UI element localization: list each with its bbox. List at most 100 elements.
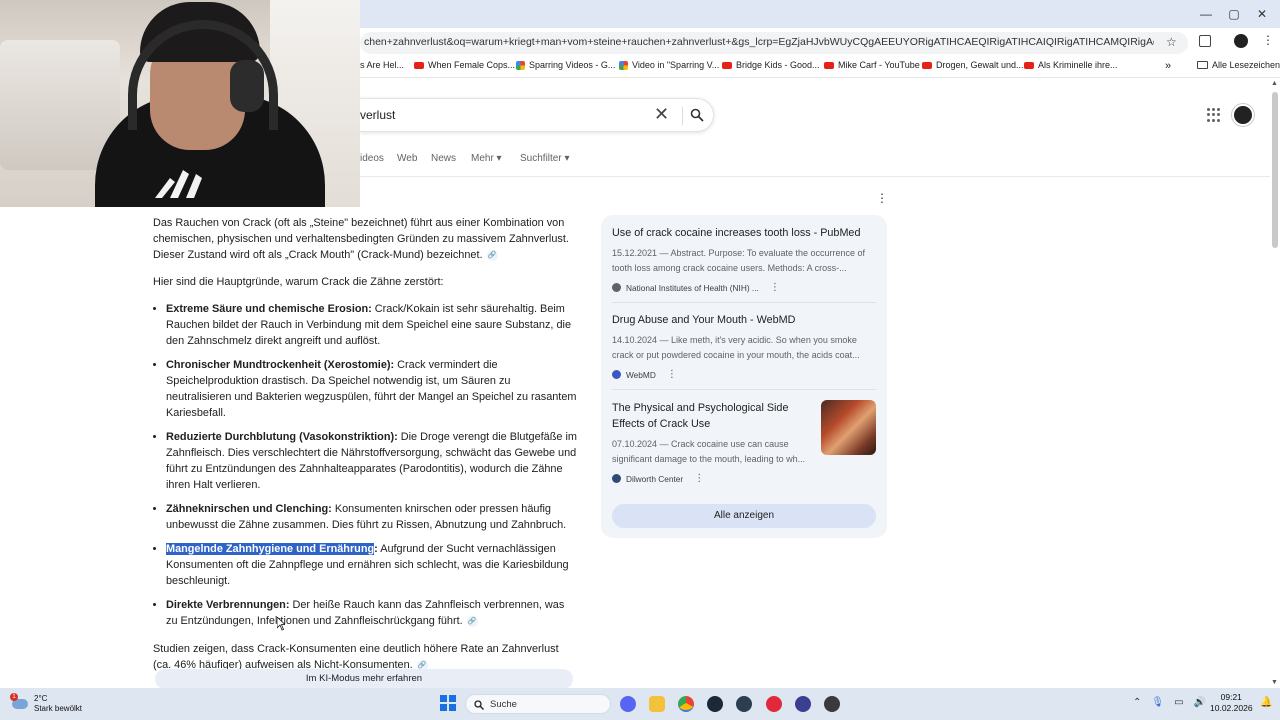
youtube-icon [922,61,932,69]
google-drive-icon [619,60,628,70]
more-options-icon[interactable]: ⋮ [667,369,677,380]
steam-icon[interactable] [707,696,723,712]
list-item: Direkte Verbrennungen: Der heiße Rauch k… [166,597,577,629]
address-bar[interactable]: chen+zahnverlust&oq=warum+kriegt+man+vom… [360,32,1188,54]
tabs-divider [360,176,1280,177]
lead-paragraph: Hier sind die Hauptgründe, warum Crack d… [153,276,444,288]
tab-web[interactable]: Web [397,153,417,164]
more-options-icon[interactable]: ⋮ [694,473,704,484]
source-thumbnail[interactable] [821,400,876,455]
profile-avatar-icon[interactable] [1234,34,1248,48]
search-box[interactable]: verlust ✕ [360,98,714,132]
account-avatar[interactable] [1232,104,1254,126]
chrome-icon[interactable] [678,696,694,712]
weather-widget[interactable]: 1 2°C Stark bewölkt [10,693,83,714]
bookmark-item[interactable]: s Are Hel... [360,60,404,70]
show-all-button[interactable]: Alle anzeigen [612,504,876,528]
start-button[interactable] [440,695,456,711]
windows-taskbar [0,688,1280,720]
bookmark-item[interactable]: Mike Carf - YouTube [824,60,920,70]
sources-panel: Use of crack cocaine increases tooth los… [601,215,887,538]
ai-mode-button[interactable]: Im KI-Modus mehr erfahren [155,669,573,689]
webcam-overlay [0,0,360,207]
more-options-icon[interactable]: ⋮ [876,191,888,205]
link-icon[interactable]: 🔗 [466,615,478,627]
clear-search-icon[interactable]: ✕ [654,104,669,125]
divider [612,302,876,303]
network-icon[interactable]: ▭ [1174,697,1183,708]
discord-icon[interactable] [620,696,636,712]
headset-earcup [230,60,264,112]
search-icon [474,700,484,710]
app-icon[interactable] [736,696,752,712]
tray-overflow-icon[interactable]: ⌃ [1133,697,1141,708]
search-input[interactable]: verlust [360,108,395,122]
youtube-icon [824,61,834,69]
source-card[interactable]: The Physical and Psychological Side Effe… [612,400,810,484]
divider [612,389,876,390]
more-options-icon[interactable]: ⋮ [770,282,780,293]
list-item: Extreme Säure und chemische Erosion: Cra… [166,301,577,349]
source-snippet: 14.10.2024 — Like meth, it's very acidic… [612,335,860,360]
taskbar-search[interactable]: Suche [465,694,611,714]
source-snippet: 15.12.2021 — Abstract. Purpose: To evalu… [612,248,865,273]
bookmark-star-icon[interactable]: ☆ [1166,35,1177,49]
source-card[interactable]: Use of crack cocaine increases tooth los… [612,225,876,293]
weather-temp: 2°C [34,694,48,703]
intro-paragraph: Das Rauchen von Crack (oft als „Steine" … [153,217,569,261]
bookmark-item[interactable]: Drogen, Gewalt und... [922,60,1024,70]
taskbar-clock[interactable]: 09:21 10.02.2026 [1210,692,1253,714]
list-item: Chronischer Mundtrockenheit (Xerostomie)… [166,357,577,421]
scroll-up-icon[interactable]: ▲ [1271,80,1278,87]
search-icon[interactable] [690,108,704,122]
url-text[interactable]: chen+zahnverlust&oq=warum+kriegt+man+vom… [364,36,1154,48]
bookmark-item[interactable]: Bridge Kids - Good... [722,60,820,70]
source-snippet: 07.10.2024 — Crack cocaine use can cause… [612,439,806,464]
volume-icon[interactable]: 🔊 [1194,697,1206,708]
google-apps-icon[interactable] [1207,108,1221,122]
minimize-button[interactable]: — [1198,6,1214,22]
nih-favicon-icon [612,283,621,292]
media-player-icon[interactable] [766,696,782,712]
weather-desc: Stark bewölkt [34,704,83,713]
source-card[interactable]: Drug Abuse and Your Mouth - WebMD 14.10.… [612,312,876,380]
youtube-icon [414,61,424,69]
source-site: Dilworth Center ⋮ [612,473,810,484]
obs-icon[interactable] [824,696,840,712]
source-title[interactable]: The Physical and Psychological Side Effe… [612,400,810,432]
file-explorer-icon[interactable] [649,696,665,712]
extensions-icon[interactable] [1199,35,1211,47]
selected-text[interactable]: Mangelnde Zahnhygiene und Ernährung [166,543,375,555]
all-bookmarks-button[interactable]: Alle Lesezeichen [1197,60,1280,70]
bookmark-item[interactable]: Video in "Sparring V... [619,60,719,70]
microphone-icon[interactable]: 🎙 [1151,697,1164,708]
scrollbar-thumb[interactable] [1272,92,1278,248]
tab-search-filter[interactable]: Suchfilter ▾ [520,153,569,164]
youtube-icon [722,61,732,69]
source-site: WebMD ⋮ [612,369,876,380]
system-tray: ⌃ 🎙 ▭ 🔊 [1133,697,1206,708]
scroll-down-icon[interactable]: ▼ [1271,679,1278,686]
bookmarks-overflow-button[interactable]: » [1165,60,1171,72]
search-divider [682,107,683,125]
youtube-icon [1024,61,1034,69]
bookmark-item[interactable]: When Female Cops... [414,60,515,70]
mouse-cursor-icon [277,617,285,631]
bookmark-item[interactable]: Als Kriminelle ihre... [1024,60,1118,70]
folder-icon [1197,61,1208,69]
source-title[interactable]: Drug Abuse and Your Mouth - WebMD [612,312,876,328]
notifications-icon[interactable]: 🔔 [1260,697,1272,709]
ai-overview-text: Das Rauchen von Crack (oft als „Steine" … [153,215,577,684]
tab-videos[interactable]: ideos [360,153,384,164]
browser-menu-icon[interactable]: ⋮ [1262,33,1274,47]
reasons-list: Extreme Säure und chemische Erosion: Cra… [166,301,577,629]
tab-news[interactable]: News [431,153,456,164]
link-icon[interactable]: 🔗 [486,249,498,261]
maximize-button[interactable]: ▢ [1226,6,1242,22]
bookmark-item[interactable]: Sparring Videos - G... [516,60,615,70]
list-item: Zähneknirschen und Clenching: Konsumente… [166,501,577,533]
app-icon[interactable] [795,696,811,712]
source-title[interactable]: Use of crack cocaine increases tooth los… [612,225,876,241]
close-window-button[interactable]: ✕ [1254,6,1270,22]
tab-more[interactable]: Mehr ▾ [471,153,502,164]
